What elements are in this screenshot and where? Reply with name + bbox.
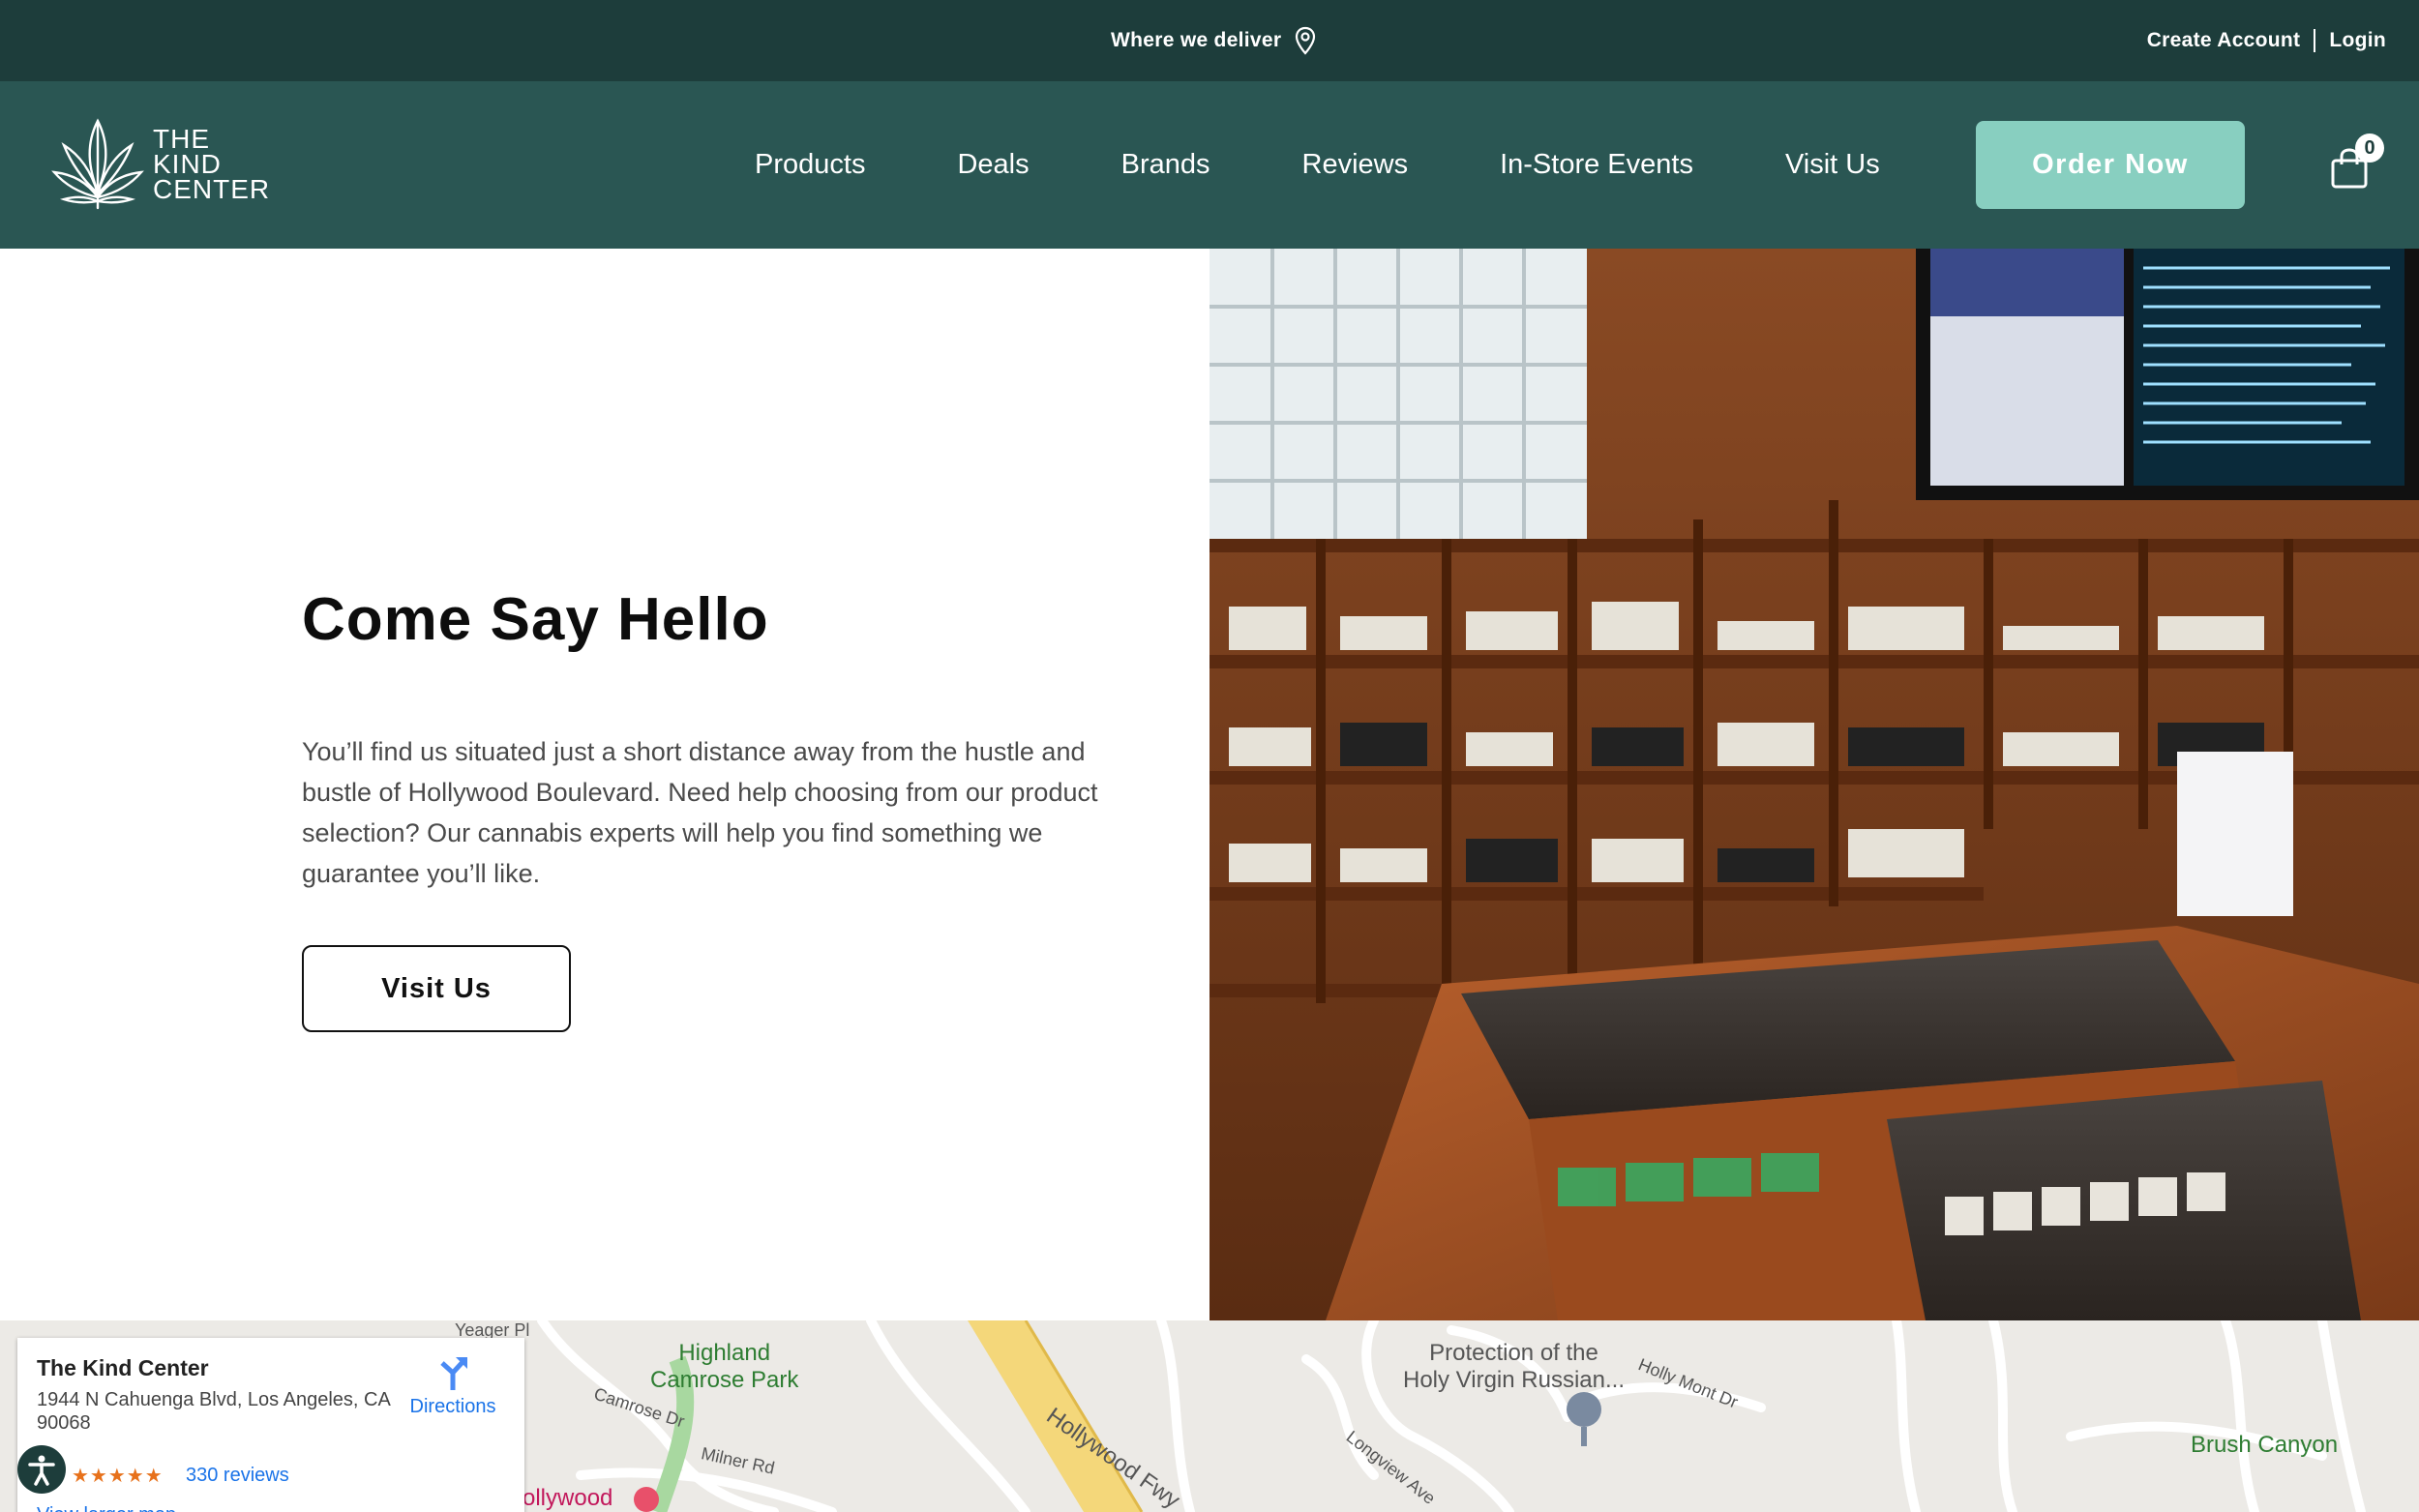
reviews-link[interactable]: 330 reviews: [186, 1465, 289, 1487]
map-label-park: Highland Camrose Park: [650, 1340, 799, 1393]
map-place-card: The Kind Center 1944 N Cahuenga Blvd, Lo…: [17, 1338, 524, 1512]
logo-line-3: CENTER: [153, 174, 271, 204]
nav-visit-us[interactable]: Visit Us: [1785, 149, 1880, 181]
visit-us-button[interactable]: Visit Us: [302, 945, 571, 1032]
view-larger-map-link[interactable]: View larger map: [37, 1504, 176, 1512]
cart-button[interactable]: 0: [2330, 133, 2384, 190]
directions-button[interactable]: Directions: [400, 1355, 506, 1433]
nav-products[interactable]: Products: [755, 149, 865, 181]
place-name: The Kind Center: [37, 1355, 209, 1380]
location-pin-icon: [1296, 26, 1316, 55]
logo-text: THE KIND CENTER: [153, 126, 271, 204]
hero-description: You’ll find us situated just a short dis…: [302, 737, 1098, 888]
login-link[interactable]: Login: [2329, 29, 2386, 52]
map-label-hollywood: ollywood: [523, 1485, 613, 1511]
hero-text-panel: Come Say Hello You’ll find us situated j…: [0, 249, 1210, 1320]
accessibility-button[interactable]: [17, 1445, 66, 1494]
directions-icon: [440, 1357, 467, 1390]
directions-label: Directions: [409, 1396, 496, 1417]
order-now-button[interactable]: Order Now: [1976, 121, 2245, 209]
main-navbar: THE KIND CENTER Products Deals Brands Re…: [0, 81, 2419, 249]
create-account-link[interactable]: Create Account: [2147, 29, 2301, 52]
divider: [2314, 29, 2316, 52]
nav-deals[interactable]: Deals: [957, 149, 1029, 181]
logo[interactable]: THE KIND CENTER: [50, 114, 283, 215]
rating-stars: ★★★★★: [72, 1466, 164, 1487]
nav-links: Products Deals Brands Reviews In-Store E…: [755, 81, 1880, 249]
cannabis-leaf-icon: [51, 118, 144, 210]
map-label-church: Protection of the Holy Virgin Russian...: [1403, 1340, 1625, 1393]
top-utility-bar: Where we deliver Create Account Login: [0, 0, 2419, 81]
store-interior-photo: [1210, 249, 2419, 1320]
nav-brands[interactable]: Brands: [1121, 149, 1210, 181]
accessibility-icon: [28, 1455, 55, 1486]
map-label-brush-canyon: Brush Canyon: [2191, 1432, 2339, 1458]
where-we-deliver-link[interactable]: Where we deliver: [1111, 25, 1316, 56]
account-links: Create Account Login: [2147, 25, 2386, 56]
cart-count-badge: 0: [2355, 133, 2384, 163]
nav-reviews[interactable]: Reviews: [1302, 149, 1409, 181]
where-we-deliver-label: Where we deliver: [1111, 29, 1282, 51]
place-address: 1944 N Cahuenga Blvd, Los Angeles, CA 90…: [37, 1389, 390, 1434]
hero-title: Come Say Hello: [302, 586, 769, 653]
google-map[interactable]: Highland Camrose Park Protection of the …: [0, 1320, 2419, 1512]
nav-in-store-events[interactable]: In-Store Events: [1500, 149, 1693, 181]
store-interior-illustration: [1210, 249, 2419, 1320]
